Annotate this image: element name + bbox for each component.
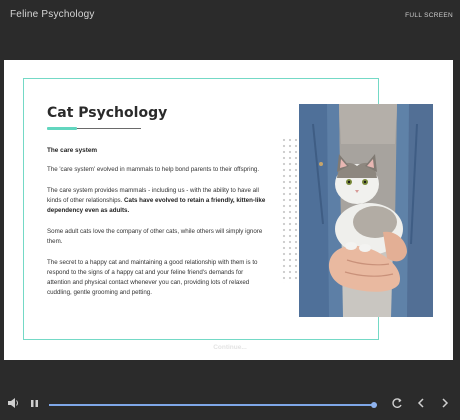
progress-fill [49, 404, 374, 406]
dot-pattern [281, 137, 301, 283]
slide-subheading: The care system [47, 147, 98, 154]
paragraph-3: Some adult cats love the company of othe… [47, 228, 263, 245]
volume-icon[interactable] [7, 396, 19, 415]
slide: Cat Psychology The care system The 'care… [4, 60, 453, 360]
app-title: Feline Psychology [10, 9, 95, 20]
replay-icon[interactable] [390, 396, 404, 415]
paragraph-4: The secret to a happy cat and maintainin… [47, 259, 258, 296]
continue-link[interactable]: Continue... [0, 344, 460, 351]
paragraph-1: The 'care system' evolved in mammals to … [47, 166, 260, 173]
progress-bar[interactable] [49, 402, 377, 408]
slide-heading: Cat Psychology [47, 105, 168, 121]
heading-underline [47, 127, 141, 131]
prev-icon[interactable] [416, 396, 426, 415]
progress-handle[interactable] [370, 402, 377, 408]
paragraph-2: The care system provides mammals - inclu… [47, 187, 266, 214]
top-bar: Feline Psychology FULL SCREEN [0, 0, 460, 30]
next-icon[interactable] [440, 396, 450, 415]
fullscreen-button[interactable]: FULL SCREEN [405, 12, 453, 19]
cat-photo [299, 104, 433, 317]
slide-content: Cat Psychology The care system The 'care… [47, 105, 267, 298]
pause-icon[interactable] [30, 396, 40, 415]
player-controls [0, 396, 460, 418]
